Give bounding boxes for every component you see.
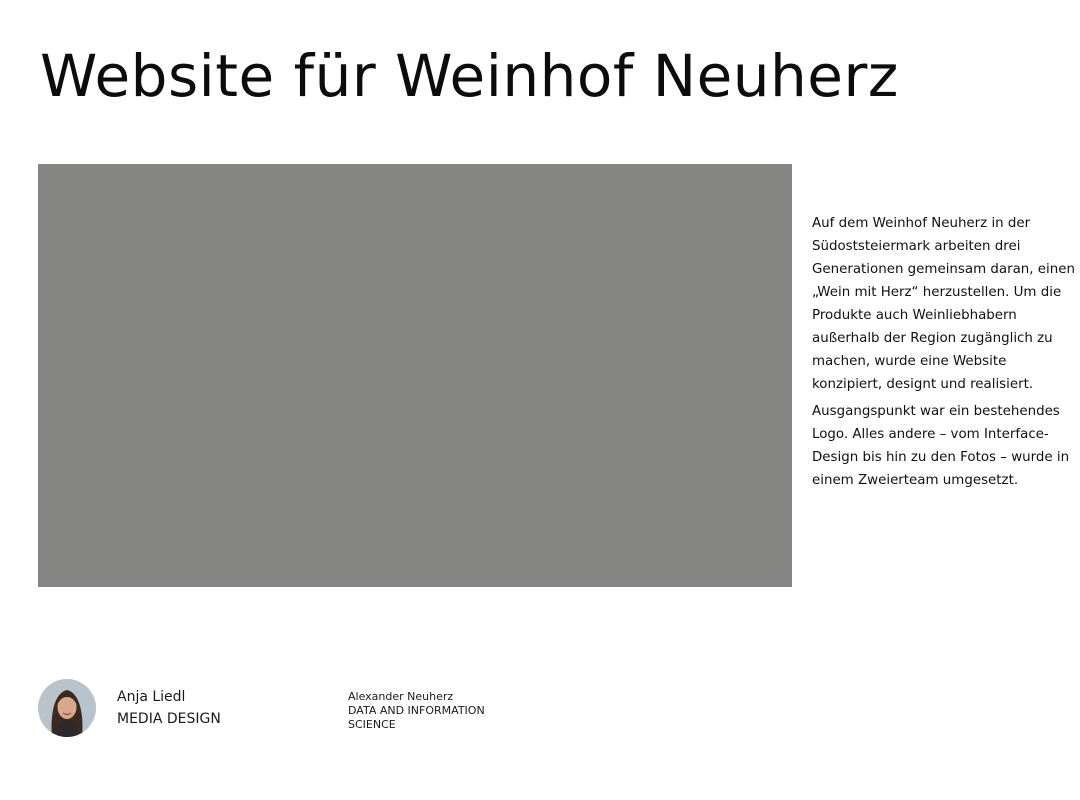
author-department: MEDIA DESIGN	[117, 711, 221, 727]
project-image-placeholder	[38, 164, 792, 587]
page-title: Website für Weinhof Neuherz	[40, 42, 899, 110]
author-name: Anja Liedl	[117, 689, 186, 705]
description-paragraph-2: Ausgangspunkt war ein bestehendes Logo. …	[812, 404, 1070, 488]
avatar	[38, 679, 96, 737]
description-paragraph-1: Auf dem Weinhof Neuherz in der Südostste…	[812, 216, 1075, 392]
author-card: Anja Liedl MEDIA DESIGN	[38, 679, 221, 737]
coauthor-name: Alexander Neuherz	[348, 690, 454, 703]
coauthor-department-line2: SCIENCE	[348, 718, 396, 731]
project-description: Auf dem Weinhof Neuherz in der Südostste…	[812, 212, 1076, 496]
author-info: Anja Liedl MEDIA DESIGN	[117, 686, 221, 730]
coauthor-department-line1: DATA AND INFORMATION	[348, 704, 485, 717]
person-photo-icon	[38, 679, 96, 737]
coauthor-info: Alexander Neuherz DATA AND INFORMATION S…	[348, 690, 518, 732]
